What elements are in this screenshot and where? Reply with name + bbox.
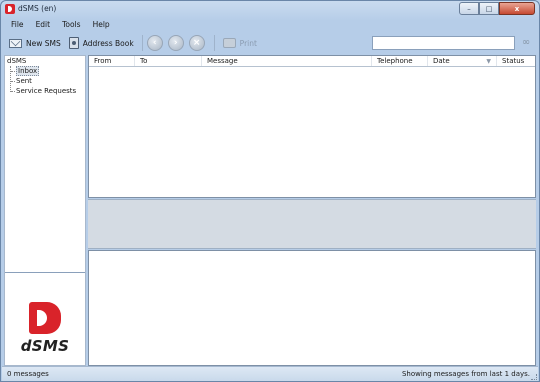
column-header-telephone[interactable]: Telephone bbox=[372, 56, 428, 66]
message-grid: From To Message Telephone Date ▼ Status bbox=[88, 55, 536, 198]
print-button[interactable]: Print bbox=[219, 33, 261, 53]
message-count: 0 messages bbox=[7, 370, 49, 378]
tree-items: Inbox Sent Service Requests bbox=[10, 66, 85, 98]
toolbar-separator bbox=[213, 35, 215, 51]
tree-root-dsms[interactable]: dSMS bbox=[7, 57, 85, 66]
tree-item-label: Service Requests bbox=[16, 87, 77, 95]
address-book-label: Address Book bbox=[82, 38, 134, 48]
window-title: dSMS (en) bbox=[18, 4, 57, 13]
menu-edit[interactable]: Edit bbox=[30, 18, 57, 31]
toolbar-separator bbox=[141, 35, 143, 51]
tree-item-inbox[interactable]: Inbox bbox=[11, 66, 85, 76]
folder-tree: dSMS Inbox Sent Service Requests bbox=[7, 57, 85, 98]
back-arrow-icon[interactable]: ‹ bbox=[146, 35, 163, 51]
column-header-date-label: Date bbox=[433, 57, 450, 65]
maximize-button[interactable]: □ bbox=[479, 2, 499, 15]
folder-panel: dSMS Inbox Sent Service Requests dSMS bbox=[4, 55, 86, 366]
dsms-logo: dSMS bbox=[19, 302, 71, 355]
window-controls: – □ x bbox=[459, 2, 535, 16]
title-bar[interactable]: dSMS (en) – □ x bbox=[1, 1, 539, 17]
dsms-logo-text: dSMS bbox=[20, 337, 70, 355]
column-header-from[interactable]: From bbox=[89, 56, 135, 66]
tree-item-label: Sent bbox=[16, 77, 32, 85]
tree-item-service-requests[interactable]: Service Requests bbox=[11, 86, 85, 96]
new-sms-label: New SMS bbox=[26, 38, 61, 48]
panel-divider bbox=[5, 272, 85, 273]
minimize-button[interactable]: – bbox=[459, 2, 479, 15]
sort-descending-icon: ▼ bbox=[486, 58, 491, 65]
search-input[interactable] bbox=[372, 36, 515, 50]
column-header-status[interactable]: Status bbox=[497, 56, 535, 66]
print-label: Print bbox=[239, 38, 257, 48]
column-header-message[interactable]: Message bbox=[202, 56, 372, 66]
status-bar: 0 messages Showing messages from last 1 … bbox=[2, 366, 538, 381]
menu-bar: File Edit Tools Help bbox=[5, 18, 537, 31]
forward-arrow-icon[interactable]: › bbox=[167, 35, 184, 51]
splitter-area[interactable] bbox=[88, 199, 536, 249]
status-filter-text: Showing messages from last 1 days. bbox=[401, 370, 530, 378]
menu-file[interactable]: File bbox=[5, 18, 30, 31]
printer-icon bbox=[222, 38, 236, 48]
column-header-to[interactable]: To bbox=[135, 56, 202, 66]
app-window: dSMS (en) – □ x File Edit Tools Help New… bbox=[0, 0, 540, 382]
message-preview-panel[interactable] bbox=[88, 250, 536, 366]
column-header-date[interactable]: Date ▼ bbox=[428, 56, 497, 66]
search-clear-icon[interactable]: ∞ bbox=[519, 37, 533, 49]
tree-item-sent[interactable]: Sent bbox=[11, 76, 85, 86]
address-book-icon bbox=[68, 37, 79, 49]
dsms-logo-mark bbox=[29, 302, 61, 334]
tree-line-mask bbox=[10, 92, 12, 98]
tree-item-label: Inbox bbox=[16, 66, 40, 76]
close-button[interactable]: x bbox=[499, 2, 535, 15]
resize-grip-icon[interactable] bbox=[531, 374, 537, 380]
envelope-icon bbox=[9, 38, 22, 48]
grid-header: From To Message Telephone Date ▼ Status bbox=[89, 56, 535, 67]
menu-tools[interactable]: Tools bbox=[56, 18, 86, 31]
delete-icon[interactable]: × bbox=[188, 35, 205, 51]
address-book-button[interactable]: Address Book bbox=[65, 33, 138, 53]
menu-help[interactable]: Help bbox=[87, 18, 116, 31]
new-sms-button[interactable]: New SMS bbox=[5, 33, 65, 53]
app-logo-icon[interactable] bbox=[5, 4, 15, 14]
